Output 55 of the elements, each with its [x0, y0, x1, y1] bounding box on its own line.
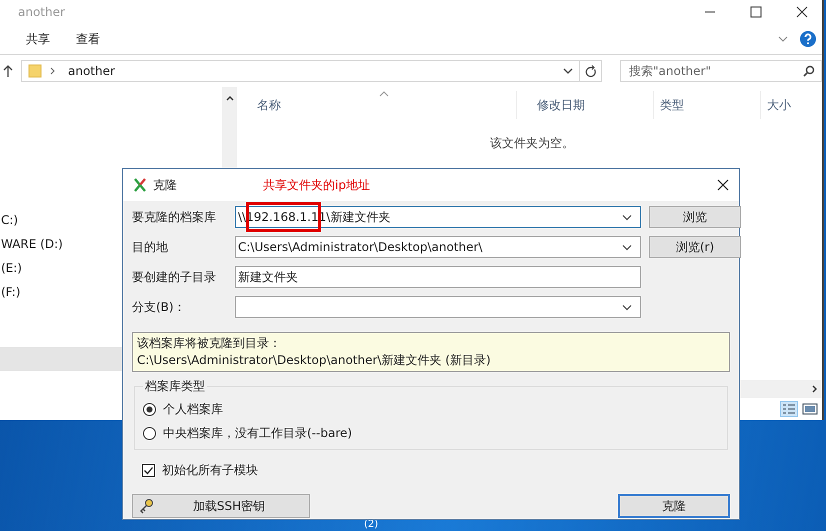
address-path: another	[68, 64, 115, 78]
combo-box[interactable]: C:\Users\Administrator\Desktop\another\	[235, 236, 641, 258]
address-bar[interactable]: another	[20, 60, 580, 82]
close-icon[interactable]	[796, 6, 808, 18]
dropdown-icon[interactable]	[563, 67, 574, 75]
maximize-icon[interactable]	[750, 6, 762, 18]
radio-label: 中央档案库，没有工作目录(--bare)	[163, 424, 352, 442]
browse-button[interactable]: 浏览(r)	[649, 236, 741, 258]
sort-caret-icon	[379, 91, 389, 97]
dropdown-icon[interactable]	[622, 214, 632, 220]
annotation-label: 共享文件夹的ip地址	[263, 176, 370, 194]
info-text: C:\Users\Administrator\Desktop\another\新建文件夹 (新目录)	[137, 352, 492, 369]
checkbox[interactable]	[142, 464, 155, 476]
details-view-icon[interactable]	[780, 401, 798, 417]
chevron-right-icon	[50, 67, 56, 75]
scroll-right-icon[interactable]	[812, 385, 818, 393]
close-icon[interactable]	[717, 179, 729, 191]
chevron-icon[interactable]	[778, 35, 788, 43]
window-title: another	[18, 5, 65, 19]
search-icon	[803, 65, 815, 77]
radio-button[interactable]	[143, 426, 156, 440]
git-logo-icon	[133, 178, 147, 192]
thumbnail-view-icon[interactable]	[802, 402, 818, 416]
ribbon-tab[interactable]: 共享	[26, 30, 50, 48]
radio-button[interactable]	[143, 402, 156, 416]
folder-icon	[28, 64, 42, 78]
refresh-button[interactable]	[580, 60, 602, 82]
input-field[interactable]: 新建文件夹	[235, 266, 641, 288]
column-header[interactable]: 大小	[760, 91, 791, 119]
field-label: 目的地	[132, 238, 169, 256]
browse-button[interactable]: 浏览	[649, 206, 741, 228]
column-header[interactable]: 类型	[653, 91, 760, 119]
column-header[interactable]: 修改日期	[516, 91, 653, 119]
key-icon	[139, 498, 155, 514]
field-label: 分支(B)：	[132, 298, 187, 316]
info-text: 该档案库将被克隆到目录：	[137, 335, 282, 352]
radio-label: 个人档案库	[163, 400, 223, 418]
load-ssh-key-button[interactable]: 加载SSH密钥	[132, 494, 310, 518]
dialog-title: 克隆	[153, 176, 177, 194]
search-field[interactable]: 搜索"another"	[620, 60, 822, 82]
field-label: 要创建的子目录	[132, 268, 217, 286]
empty-message: 该文件夹为空。	[490, 135, 575, 152]
field-label: 要克隆的档案库	[132, 208, 217, 226]
ribbon-tab[interactable]: 查看	[76, 30, 100, 48]
up-arrow-icon[interactable]	[3, 65, 13, 77]
checkbox-label: 初始化所有子模块	[162, 462, 258, 478]
refresh-icon	[584, 64, 597, 78]
clone-button[interactable]: 克隆	[618, 494, 730, 518]
column-header[interactable]: 名称	[257, 91, 497, 119]
group-title: 档案库类型	[144, 378, 206, 395]
horizontal-scrollbar[interactable]	[740, 380, 822, 398]
dropdown-icon[interactable]	[622, 304, 632, 310]
help-icon[interactable]	[800, 31, 816, 47]
scroll-up-icon[interactable]	[226, 95, 234, 101]
dropdown-icon[interactable]	[622, 244, 632, 250]
